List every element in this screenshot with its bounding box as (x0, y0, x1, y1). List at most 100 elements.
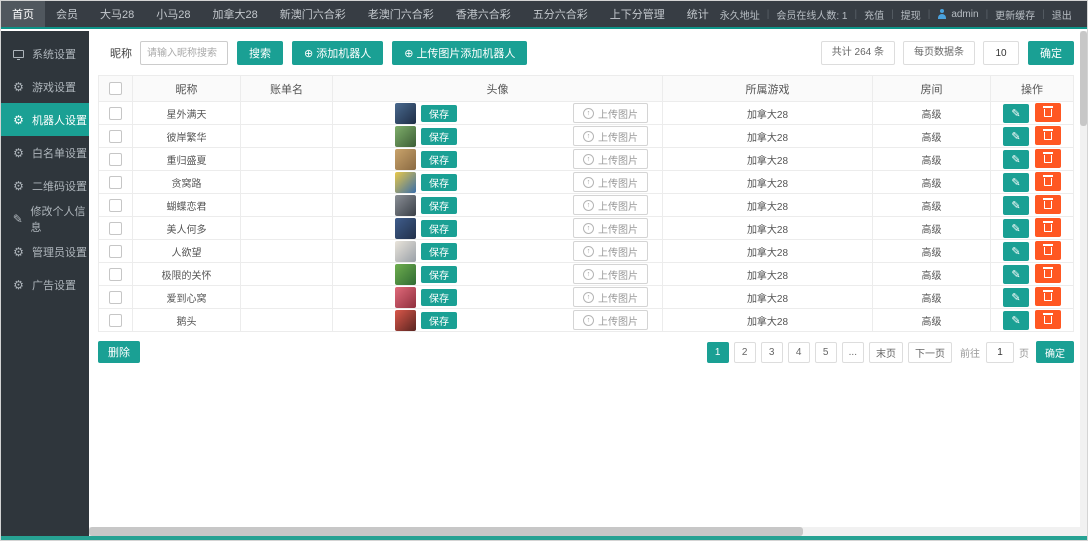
goto-page-confirm-button[interactable]: 确定 (1036, 341, 1074, 363)
save-avatar-button[interactable]: 保存 (421, 242, 457, 260)
delete-robot-button[interactable] (1035, 309, 1061, 329)
save-avatar-button[interactable]: 保存 (421, 127, 457, 145)
row-checkbox[interactable] (109, 221, 122, 235)
save-avatar-button[interactable]: 保存 (421, 311, 457, 329)
delete-robot-button[interactable] (1035, 125, 1061, 145)
sidebar-item-3[interactable]: ⚙ 白名单设置 (1, 136, 89, 169)
edit-robot-button[interactable]: ✎ (1003, 219, 1029, 239)
sidebar-item-4[interactable]: ⚙ 二维码设置 (1, 169, 89, 202)
delete-robot-button[interactable] (1035, 217, 1061, 237)
nav-item-6[interactable]: 老澳门六合彩 (357, 1, 445, 27)
nav-item-1[interactable]: 会员 (45, 1, 89, 27)
upload-image-button[interactable]: ↑ 上传图片 (573, 149, 648, 169)
actions-cell: ✎ (990, 216, 1074, 240)
withdraw-link[interactable]: 提现 (901, 7, 921, 22)
save-avatar-button[interactable]: 保存 (421, 219, 457, 237)
delete-robot-button[interactable] (1035, 102, 1061, 122)
upload-image-button[interactable]: ↑ 上传图片 (573, 264, 648, 284)
upload-image-button[interactable]: ↑ 上传图片 (573, 218, 648, 238)
upload-image-button[interactable]: ↑ 上传图片 (573, 195, 648, 215)
row-checkbox[interactable] (109, 267, 122, 281)
delete-robot-button[interactable] (1035, 286, 1061, 306)
row-checkbox[interactable] (109, 106, 122, 120)
row-checkbox[interactable] (109, 175, 122, 189)
nickname-search-input[interactable] (140, 41, 228, 65)
page-button-5[interactable]: 5 (814, 341, 837, 363)
upload-image-button[interactable]: ↑ 上传图片 (573, 310, 648, 330)
select-all-checkbox[interactable] (109, 82, 122, 95)
row-checkbox[interactable] (109, 244, 122, 258)
sidebar-item-1[interactable]: ⚙ 游戏设置 (1, 70, 89, 103)
row-checkbox[interactable] (109, 129, 122, 143)
edit-robot-button[interactable]: ✎ (1003, 242, 1029, 262)
page-ellipsis[interactable]: ... (841, 341, 864, 363)
per-page-confirm-button[interactable]: 确定 (1028, 41, 1074, 65)
delete-robot-button[interactable] (1035, 148, 1061, 168)
refresh-cache-link[interactable]: 更新缓存 (995, 7, 1035, 22)
delete-robot-button[interactable] (1035, 263, 1061, 283)
horizontal-scrollbar-thumb[interactable] (89, 527, 803, 536)
save-avatar-button[interactable]: 保存 (421, 173, 457, 191)
vertical-scrollbar[interactable] (1080, 31, 1087, 536)
last-page-button[interactable]: 末页 (869, 341, 903, 363)
edit-robot-button[interactable]: ✎ (1003, 173, 1029, 193)
upload-image-button[interactable]: ↑ 上传图片 (573, 172, 648, 192)
nav-item-9[interactable]: 上下分管理 (599, 1, 676, 27)
vertical-scrollbar-thumb[interactable] (1080, 31, 1087, 126)
row-checkbox[interactable] (109, 313, 122, 327)
nav-item-2[interactable]: 大马28 (89, 1, 145, 27)
save-avatar-button[interactable]: 保存 (421, 265, 457, 283)
edit-robot-button[interactable]: ✎ (1003, 265, 1029, 285)
edit-robot-button[interactable]: ✎ (1003, 127, 1029, 147)
nav-item-5[interactable]: 新澳门六合彩 (269, 1, 357, 27)
upload-image-button[interactable]: ↑ 上传图片 (573, 287, 648, 307)
sidebar-item-6[interactable]: ⚙ 管理员设置 (1, 235, 89, 268)
delete-robot-button[interactable] (1035, 171, 1061, 191)
save-avatar-button[interactable]: 保存 (421, 196, 457, 214)
user-menu[interactable]: admin (937, 9, 979, 20)
sidebar-item-2[interactable]: ⚙ 机器人设置 (1, 103, 89, 136)
add-robot-button[interactable]: ⊕ 添加机器人 (292, 41, 384, 65)
next-page-button[interactable]: 下一页 (908, 341, 952, 363)
row-checkbox[interactable] (109, 198, 122, 212)
search-button[interactable]: 搜索 (237, 41, 283, 65)
page-button-4[interactable]: 4 (787, 341, 810, 363)
upload-image-button[interactable]: ↑ 上传图片 (573, 241, 648, 261)
nav-item-7[interactable]: 香港六合彩 (445, 1, 522, 27)
save-avatar-button[interactable]: 保存 (421, 104, 457, 122)
sidebar-item-7[interactable]: ⚙ 广告设置 (1, 268, 89, 301)
edit-robot-button[interactable]: ✎ (1003, 311, 1029, 331)
row-checkbox[interactable] (109, 290, 122, 304)
upload-image-button[interactable]: ↑ 上传图片 (573, 126, 648, 146)
horizontal-scrollbar[interactable] (89, 527, 1080, 536)
delete-robot-button[interactable] (1035, 240, 1061, 260)
site-link[interactable]: 永久地址 (720, 7, 760, 22)
goto-page-input[interactable] (986, 341, 1014, 363)
logout-link[interactable]: 退出 (1052, 7, 1072, 22)
sidebar-item-5[interactable]: ✎ 修改个人信息 (1, 202, 89, 235)
row-checkbox[interactable] (109, 152, 122, 166)
bulk-delete-button[interactable]: 删除 (98, 341, 140, 363)
sidebar-item-label: 管理员设置 (32, 246, 87, 259)
page-button-1[interactable]: 1 (706, 341, 729, 363)
upload-arrow-icon: ↑ (583, 222, 594, 234)
nav-item-0[interactable]: 首页 (1, 1, 45, 27)
recharge-link[interactable]: 充值 (864, 7, 884, 22)
nav-item-3[interactable]: 小马28 (145, 1, 201, 27)
upload-image-button[interactable]: ↑ 上传图片 (573, 103, 648, 123)
page-button-2[interactable]: 2 (733, 341, 756, 363)
edit-robot-button[interactable]: ✎ (1003, 104, 1029, 124)
nav-item-8[interactable]: 五分六合彩 (522, 1, 599, 27)
save-avatar-button[interactable]: 保存 (421, 150, 457, 168)
delete-robot-button[interactable] (1035, 194, 1061, 214)
page-button-3[interactable]: 3 (760, 341, 783, 363)
edit-robot-button[interactable]: ✎ (1003, 196, 1029, 216)
sidebar-item-0[interactable]: 系统设置 (1, 37, 89, 70)
edit-robot-button[interactable]: ✎ (1003, 288, 1029, 308)
per-page-input[interactable] (983, 41, 1019, 65)
nav-item-10[interactable]: 统计 (676, 1, 720, 27)
save-avatar-button[interactable]: 保存 (421, 288, 457, 306)
edit-robot-button[interactable]: ✎ (1003, 150, 1029, 170)
nav-item-4[interactable]: 加拿大28 (202, 1, 269, 27)
upload-add-robot-button[interactable]: ⊕ 上传图片添加机器人 (392, 41, 528, 65)
